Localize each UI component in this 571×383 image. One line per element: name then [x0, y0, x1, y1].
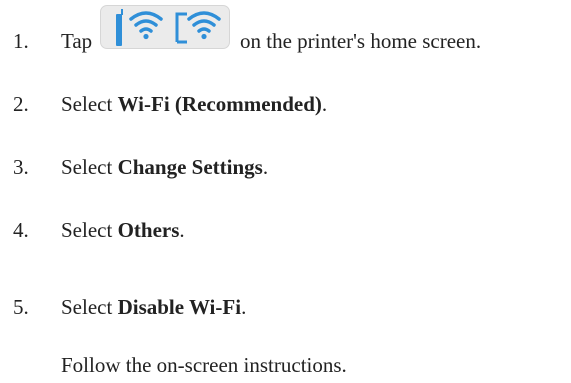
step-text: Select Others.: [61, 216, 185, 244]
step-text-after-icon: on the printer's home screen.: [240, 29, 482, 53]
step-number: 1.: [13, 29, 29, 53]
step-text-before-icon: Tap: [61, 29, 93, 53]
step-prefix: Select: [61, 295, 118, 319]
step-number: 2.: [13, 92, 29, 116]
step-text: Select Disable Wi-Fi.: [61, 293, 246, 321]
step-text: Select Wi-Fi (Recommended).: [61, 90, 327, 118]
step-text: Select Change Settings.: [61, 153, 268, 181]
step-number: 5.: [13, 295, 29, 319]
wifi-status-icons: [116, 9, 221, 46]
menu-option-label: Disable Wi-Fi: [117, 295, 242, 319]
step-number: 4.: [13, 218, 29, 242]
menu-option-label: Others: [117, 218, 180, 242]
wifi-status-button: [100, 5, 230, 49]
menu-option-label: Change Settings: [117, 155, 263, 179]
step-prefix: Select: [61, 92, 118, 116]
router-wifi-icon: [116, 9, 163, 46]
step-prefix: Select: [61, 218, 118, 242]
follow-instructions-note: Follow the on-screen instructions.: [61, 353, 347, 377]
step-suffix: .: [262, 155, 269, 179]
step-number: 3.: [13, 155, 29, 179]
device-wifi-icon: [175, 11, 221, 44]
step-suffix: .: [179, 218, 185, 242]
step-suffix: .: [321, 92, 328, 116]
menu-option-label: Wi-Fi (Recommended): [117, 92, 322, 116]
step-prefix: Select: [61, 155, 118, 179]
step-suffix: .: [241, 295, 247, 319]
